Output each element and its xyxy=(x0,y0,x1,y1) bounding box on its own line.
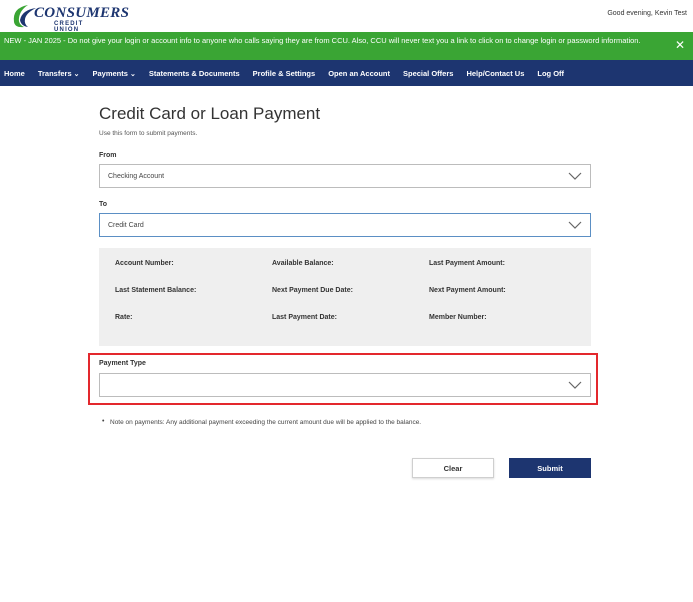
chevron-down-icon xyxy=(568,172,582,180)
logo-text: CONSUMERS xyxy=(34,5,130,21)
from-account-select[interactable]: Checking Account xyxy=(99,164,591,188)
submit-button[interactable]: Submit xyxy=(509,458,591,478)
to-label: To xyxy=(99,201,108,208)
nav-item-transfers[interactable]: Transfers ⌄ xyxy=(38,69,80,78)
nav-item-open-account[interactable]: Open an Account xyxy=(328,69,390,78)
last-statement-balance-label: Last Statement Balance: xyxy=(115,287,197,294)
next-payment-amount-label: Next Payment Amount: xyxy=(429,287,506,294)
clear-button[interactable]: Clear xyxy=(412,458,494,478)
alert-banner: NEW - JAN 2025 - Do not give your login … xyxy=(0,32,693,60)
next-payment-due-date-label: Next Payment Due Date: xyxy=(272,287,353,294)
from-account-value: Checking Account xyxy=(108,173,165,180)
to-account-value: Credit Card xyxy=(108,222,144,229)
payment-note: Note on payments: Any additional payment… xyxy=(110,419,422,426)
consumers-logo[interactable]: CONSUMERS CREDIT UNION xyxy=(10,2,129,33)
page-title: Credit Card or Loan Payment xyxy=(99,104,321,123)
nav-item-special-offers[interactable]: Special Offers xyxy=(403,69,453,78)
site-header: CONSUMERS CREDIT UNION Good evening, Kev… xyxy=(0,0,693,33)
chevron-down-icon xyxy=(568,221,582,229)
available-balance-label: Available Balance: xyxy=(272,260,334,267)
bullet-icon: • xyxy=(102,418,105,425)
nav-item-payments[interactable]: Payments ⌄ xyxy=(93,69,136,78)
last-payment-amount-label: Last Payment Amount: xyxy=(429,260,505,267)
member-number-label: Member Number: xyxy=(429,314,487,321)
payment-type-highlight xyxy=(88,353,598,405)
from-label: From xyxy=(99,152,117,159)
page-subtitle: Use this form to submit payments. xyxy=(99,130,198,137)
chevron-down-icon: ⌄ xyxy=(73,70,80,78)
main-nav: Home Transfers ⌄ Payments ⌄ Statements & D… xyxy=(0,60,693,86)
nav-item-home[interactable]: Home xyxy=(4,69,25,78)
close-icon[interactable]: ✕ xyxy=(675,39,685,51)
account-info-panel: Account Number: Available Balance: Last … xyxy=(99,248,591,346)
greeting-text: Good evening, Kevin Test xyxy=(607,10,687,17)
nav-item-log-off[interactable]: Log Off xyxy=(537,69,564,78)
last-payment-date-label: Last Payment Date: xyxy=(272,314,337,321)
nav-item-statements[interactable]: Statements & Documents xyxy=(149,69,240,78)
alert-text: NEW - JAN 2025 - Do not give your login … xyxy=(4,36,641,45)
nav-item-help[interactable]: Help/Contact Us xyxy=(466,69,524,78)
rate-label: Rate: xyxy=(115,314,133,321)
to-account-select[interactable]: Credit Card xyxy=(99,213,591,237)
chevron-down-icon: ⌄ xyxy=(129,70,136,78)
account-number-label: Account Number: xyxy=(115,260,174,267)
nav-item-profile[interactable]: Profile & Settings xyxy=(253,69,316,78)
